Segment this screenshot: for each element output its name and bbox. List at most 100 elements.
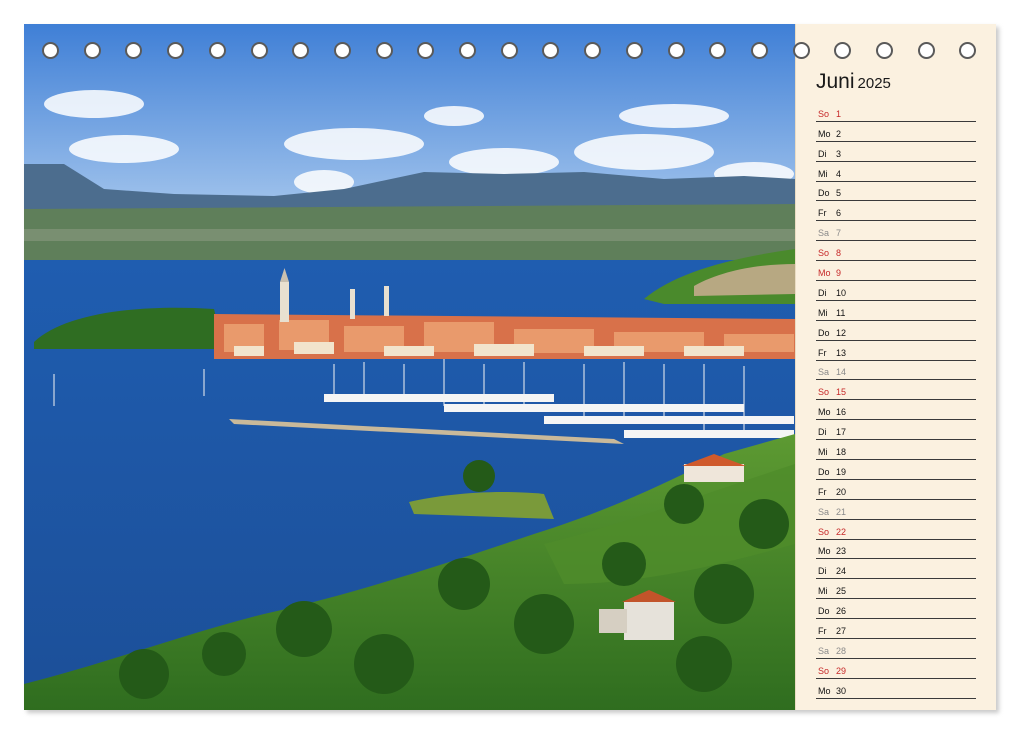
day-row: Fr 13 — [816, 341, 976, 361]
day-row: Do 5 — [816, 182, 976, 202]
day-name: Sa — [818, 506, 830, 517]
day-row: Mi 4 — [816, 162, 976, 182]
day-row: Di 3 — [816, 142, 976, 162]
day-name: Mi — [818, 307, 828, 318]
day-name: So — [818, 387, 830, 398]
day-number: 12 — [836, 327, 847, 338]
day-row: Mo 9 — [816, 261, 976, 282]
day-number: 26 — [836, 606, 847, 617]
binding-ring — [459, 42, 476, 59]
binding-ring — [167, 42, 185, 59]
day-number: 22 — [836, 526, 847, 537]
day-name: So — [818, 665, 830, 676]
day-name: Do — [818, 466, 830, 477]
month-title: Juni 2025 — [816, 70, 891, 94]
day-number: 11 — [836, 307, 846, 318]
day-number: 10 — [836, 287, 847, 298]
day-number: 23 — [836, 546, 847, 557]
day-name: Fr — [818, 208, 827, 219]
day-name: Mo — [818, 685, 831, 696]
day-name: Fr — [818, 626, 827, 637]
day-name: Sa — [818, 645, 830, 656]
day-number: 24 — [836, 566, 847, 577]
calendar-day-panel: Juni 2025 So 1 Mo 2 Di 3 Mi 4 Do 5 Fr 6 Sa 7 So 8 Mo 9 Di 10… — [795, 24, 996, 710]
day-row: Fr 20 — [816, 480, 976, 500]
day-name: Do — [818, 327, 830, 338]
day-name: Do — [818, 606, 830, 617]
day-name: Mi — [818, 168, 828, 179]
harbor-town-photo — [24, 24, 795, 710]
day-name: Mo — [818, 546, 831, 557]
day-row: Fr 6 — [816, 201, 976, 222]
day-number: 21 — [836, 506, 847, 517]
day-number: 17 — [836, 427, 847, 438]
day-number: 18 — [836, 447, 847, 458]
binding-ring — [834, 42, 852, 59]
month-year: 2025 — [857, 75, 891, 92]
day-row: Mi 25 — [816, 579, 976, 600]
binding-ring — [333, 42, 351, 59]
day-row: Mo 16 — [816, 400, 976, 421]
binding-ring — [375, 42, 393, 59]
month-name: Juni — [816, 70, 855, 93]
day-name: So — [818, 248, 830, 259]
day-name: Mi — [818, 447, 828, 458]
day-number: 19 — [836, 466, 847, 477]
day-name: Di — [818, 287, 827, 298]
day-number: 2 — [836, 128, 842, 139]
day-row: Mo 30 — [816, 679, 976, 699]
day-list: So 1 Mo 2 Di 3 Mi 4 Do 5 Fr 6 Sa 7 So 8 Mo 9 Di 10 Mi 11 Do 12 F… — [816, 102, 976, 699]
day-number: 25 — [836, 586, 847, 597]
binding-ring — [417, 42, 435, 59]
day-number: 27 — [836, 626, 847, 637]
day-row: Sa 7 — [816, 221, 976, 242]
binding-ring — [917, 42, 935, 59]
binding-ring — [250, 42, 268, 59]
day-name: So — [818, 526, 830, 537]
binding-ring — [292, 42, 310, 59]
day-row: Sa 21 — [816, 500, 976, 520]
day-row: Mo 2 — [816, 122, 976, 142]
binding-ring — [750, 42, 768, 59]
day-row: Mo 23 — [816, 540, 976, 560]
day-name: Di — [818, 566, 827, 577]
day-row: Do 26 — [816, 599, 976, 620]
binding-ring — [792, 42, 810, 59]
day-number: 16 — [836, 407, 847, 418]
day-name: Mo — [818, 407, 831, 418]
day-number: 28 — [836, 645, 847, 656]
day-number: 5 — [836, 188, 842, 199]
day-name: Do — [818, 188, 830, 199]
day-row: Mi 18 — [816, 440, 976, 461]
day-name: Mo — [818, 268, 831, 279]
day-name: Fr — [818, 486, 827, 497]
day-number: 1 — [836, 108, 842, 119]
binding-ring — [42, 42, 59, 59]
day-number: 7 — [836, 228, 842, 239]
day-name: Mo — [818, 128, 831, 139]
day-name: Di — [818, 148, 827, 159]
day-row: So 22 — [816, 520, 976, 540]
binding-ring — [959, 42, 977, 59]
calendar-sheet: Juni 2025 So 1 Mo 2 Di 3 Mi 4 Do 5 Fr 6 Sa 7 So 8 Mo 9 Di 10… — [24, 24, 996, 710]
binding-ring — [584, 42, 602, 59]
day-row: So 8 — [816, 241, 976, 262]
day-number: 3 — [836, 148, 842, 159]
day-number: 9 — [836, 268, 842, 279]
day-row: Do 12 — [816, 321, 976, 341]
binding-ring — [83, 42, 101, 59]
day-row: Di 17 — [816, 420, 976, 441]
day-number: 29 — [836, 665, 847, 676]
day-row: So 29 — [816, 659, 976, 679]
binding-ring — [125, 42, 143, 59]
day-row: Sa 14 — [816, 361, 976, 381]
day-name: So — [818, 108, 830, 119]
day-number: 30 — [836, 685, 847, 696]
day-number: 13 — [836, 347, 847, 358]
day-name: Sa — [818, 367, 830, 378]
day-row: So 15 — [816, 380, 976, 401]
day-number: 6 — [836, 208, 842, 219]
day-number: 4 — [836, 168, 842, 179]
day-row: So 1 — [816, 102, 976, 122]
day-number: 20 — [836, 486, 847, 497]
